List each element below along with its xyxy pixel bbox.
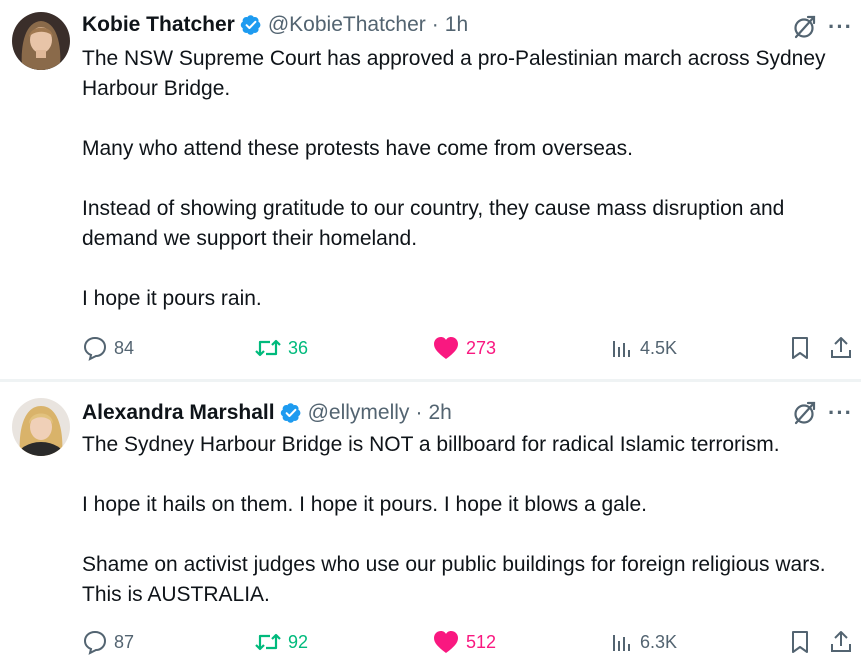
like-button[interactable]: 273: [432, 333, 496, 363]
tweet-card[interactable]: Alexandra Marshall @ellymelly · 2h ··· T…: [0, 382, 861, 670]
like-button[interactable]: 512: [432, 627, 496, 657]
tweet-top-icons: ···: [792, 14, 853, 40]
views-icon: [613, 341, 630, 357]
repost-count: 92: [288, 631, 309, 652]
share-icon: [831, 337, 851, 358]
repost-icon: [255, 339, 281, 357]
tweet-paragraph: Instead of showing gratitude to our coun…: [82, 197, 785, 250]
timestamp[interactable]: 2h: [428, 401, 451, 425]
tweet-header: Alexandra Marshall @ellymelly · 2h: [82, 398, 452, 428]
repost-button[interactable]: 36: [254, 333, 308, 363]
heart-icon: [434, 631, 458, 653]
verified-badge-icon: [280, 403, 300, 423]
views-button[interactable]: 4.5K: [610, 333, 677, 363]
tweet-paragraph: Many who attend these protests have come…: [82, 137, 633, 160]
tweet-paragraph: The Sydney Harbour Bridge is NOT a billb…: [82, 433, 780, 456]
reply-button[interactable]: 84: [82, 333, 134, 363]
repost-icon: [255, 633, 281, 651]
repost-button[interactable]: 92: [254, 627, 308, 657]
reply-count: 87: [114, 631, 135, 652]
bookmark-button[interactable]: [789, 333, 811, 363]
views-count: 4.5K: [640, 337, 678, 358]
separator: ·: [415, 401, 423, 424]
tweet-top-icons: ···: [792, 400, 853, 426]
bookmark-icon: [792, 337, 808, 359]
views-button[interactable]: 6.3K: [610, 627, 677, 657]
tweet-card[interactable]: Kobie Thatcher @KobieThatcher · 1h ··· T…: [0, 0, 861, 380]
share-icon: [831, 631, 851, 652]
tweet-paragraph: Shame on activist judges who use our pub…: [82, 553, 826, 606]
share-button[interactable]: [829, 333, 853, 363]
tweet-text: The Sydney Harbour Bridge is NOT a billb…: [82, 430, 842, 610]
avatar[interactable]: [12, 398, 70, 456]
action-bar: 87 92 512 6.3K: [82, 627, 853, 657]
repost-count: 36: [288, 337, 309, 358]
more-icon[interactable]: ···: [828, 16, 853, 38]
reply-button[interactable]: 87: [82, 627, 134, 657]
action-bar: 84 36 273 4.5K: [82, 333, 853, 363]
tweet-header: Kobie Thatcher @KobieThatcher · 1h: [82, 10, 468, 40]
tweet-paragraph: I hope it hails on them. I hope it pours…: [82, 493, 648, 516]
bookmark-icon: [792, 631, 808, 653]
grok-icon[interactable]: [792, 14, 818, 40]
author-handle[interactable]: @ellymelly: [308, 401, 410, 425]
grok-icon[interactable]: [792, 400, 818, 426]
bookmark-button[interactable]: [789, 627, 811, 657]
verified-badge-icon: [240, 15, 261, 35]
reply-icon: [83, 630, 107, 655]
tweet-paragraph: The NSW Supreme Court has approved a pro…: [82, 47, 826, 100]
separator: ·: [431, 13, 439, 36]
author-handle[interactable]: @KobieThatcher: [268, 13, 426, 37]
author-name[interactable]: Alexandra Marshall: [82, 401, 275, 425]
tweet-paragraph: I hope it pours rain.: [82, 287, 262, 310]
views-icon: [613, 635, 630, 651]
timestamp[interactable]: 1h: [445, 13, 468, 37]
views-count: 6.3K: [640, 631, 678, 652]
more-icon[interactable]: ···: [828, 402, 853, 424]
avatar[interactable]: [12, 12, 70, 70]
tweet-text: The NSW Supreme Court has approved a pro…: [82, 44, 842, 314]
reply-icon: [83, 336, 107, 361]
like-count: 273: [466, 337, 497, 358]
like-count: 512: [466, 631, 497, 652]
share-button[interactable]: [829, 627, 853, 657]
reply-count: 84: [114, 337, 135, 358]
heart-icon: [434, 337, 458, 359]
author-name[interactable]: Kobie Thatcher: [82, 13, 235, 37]
